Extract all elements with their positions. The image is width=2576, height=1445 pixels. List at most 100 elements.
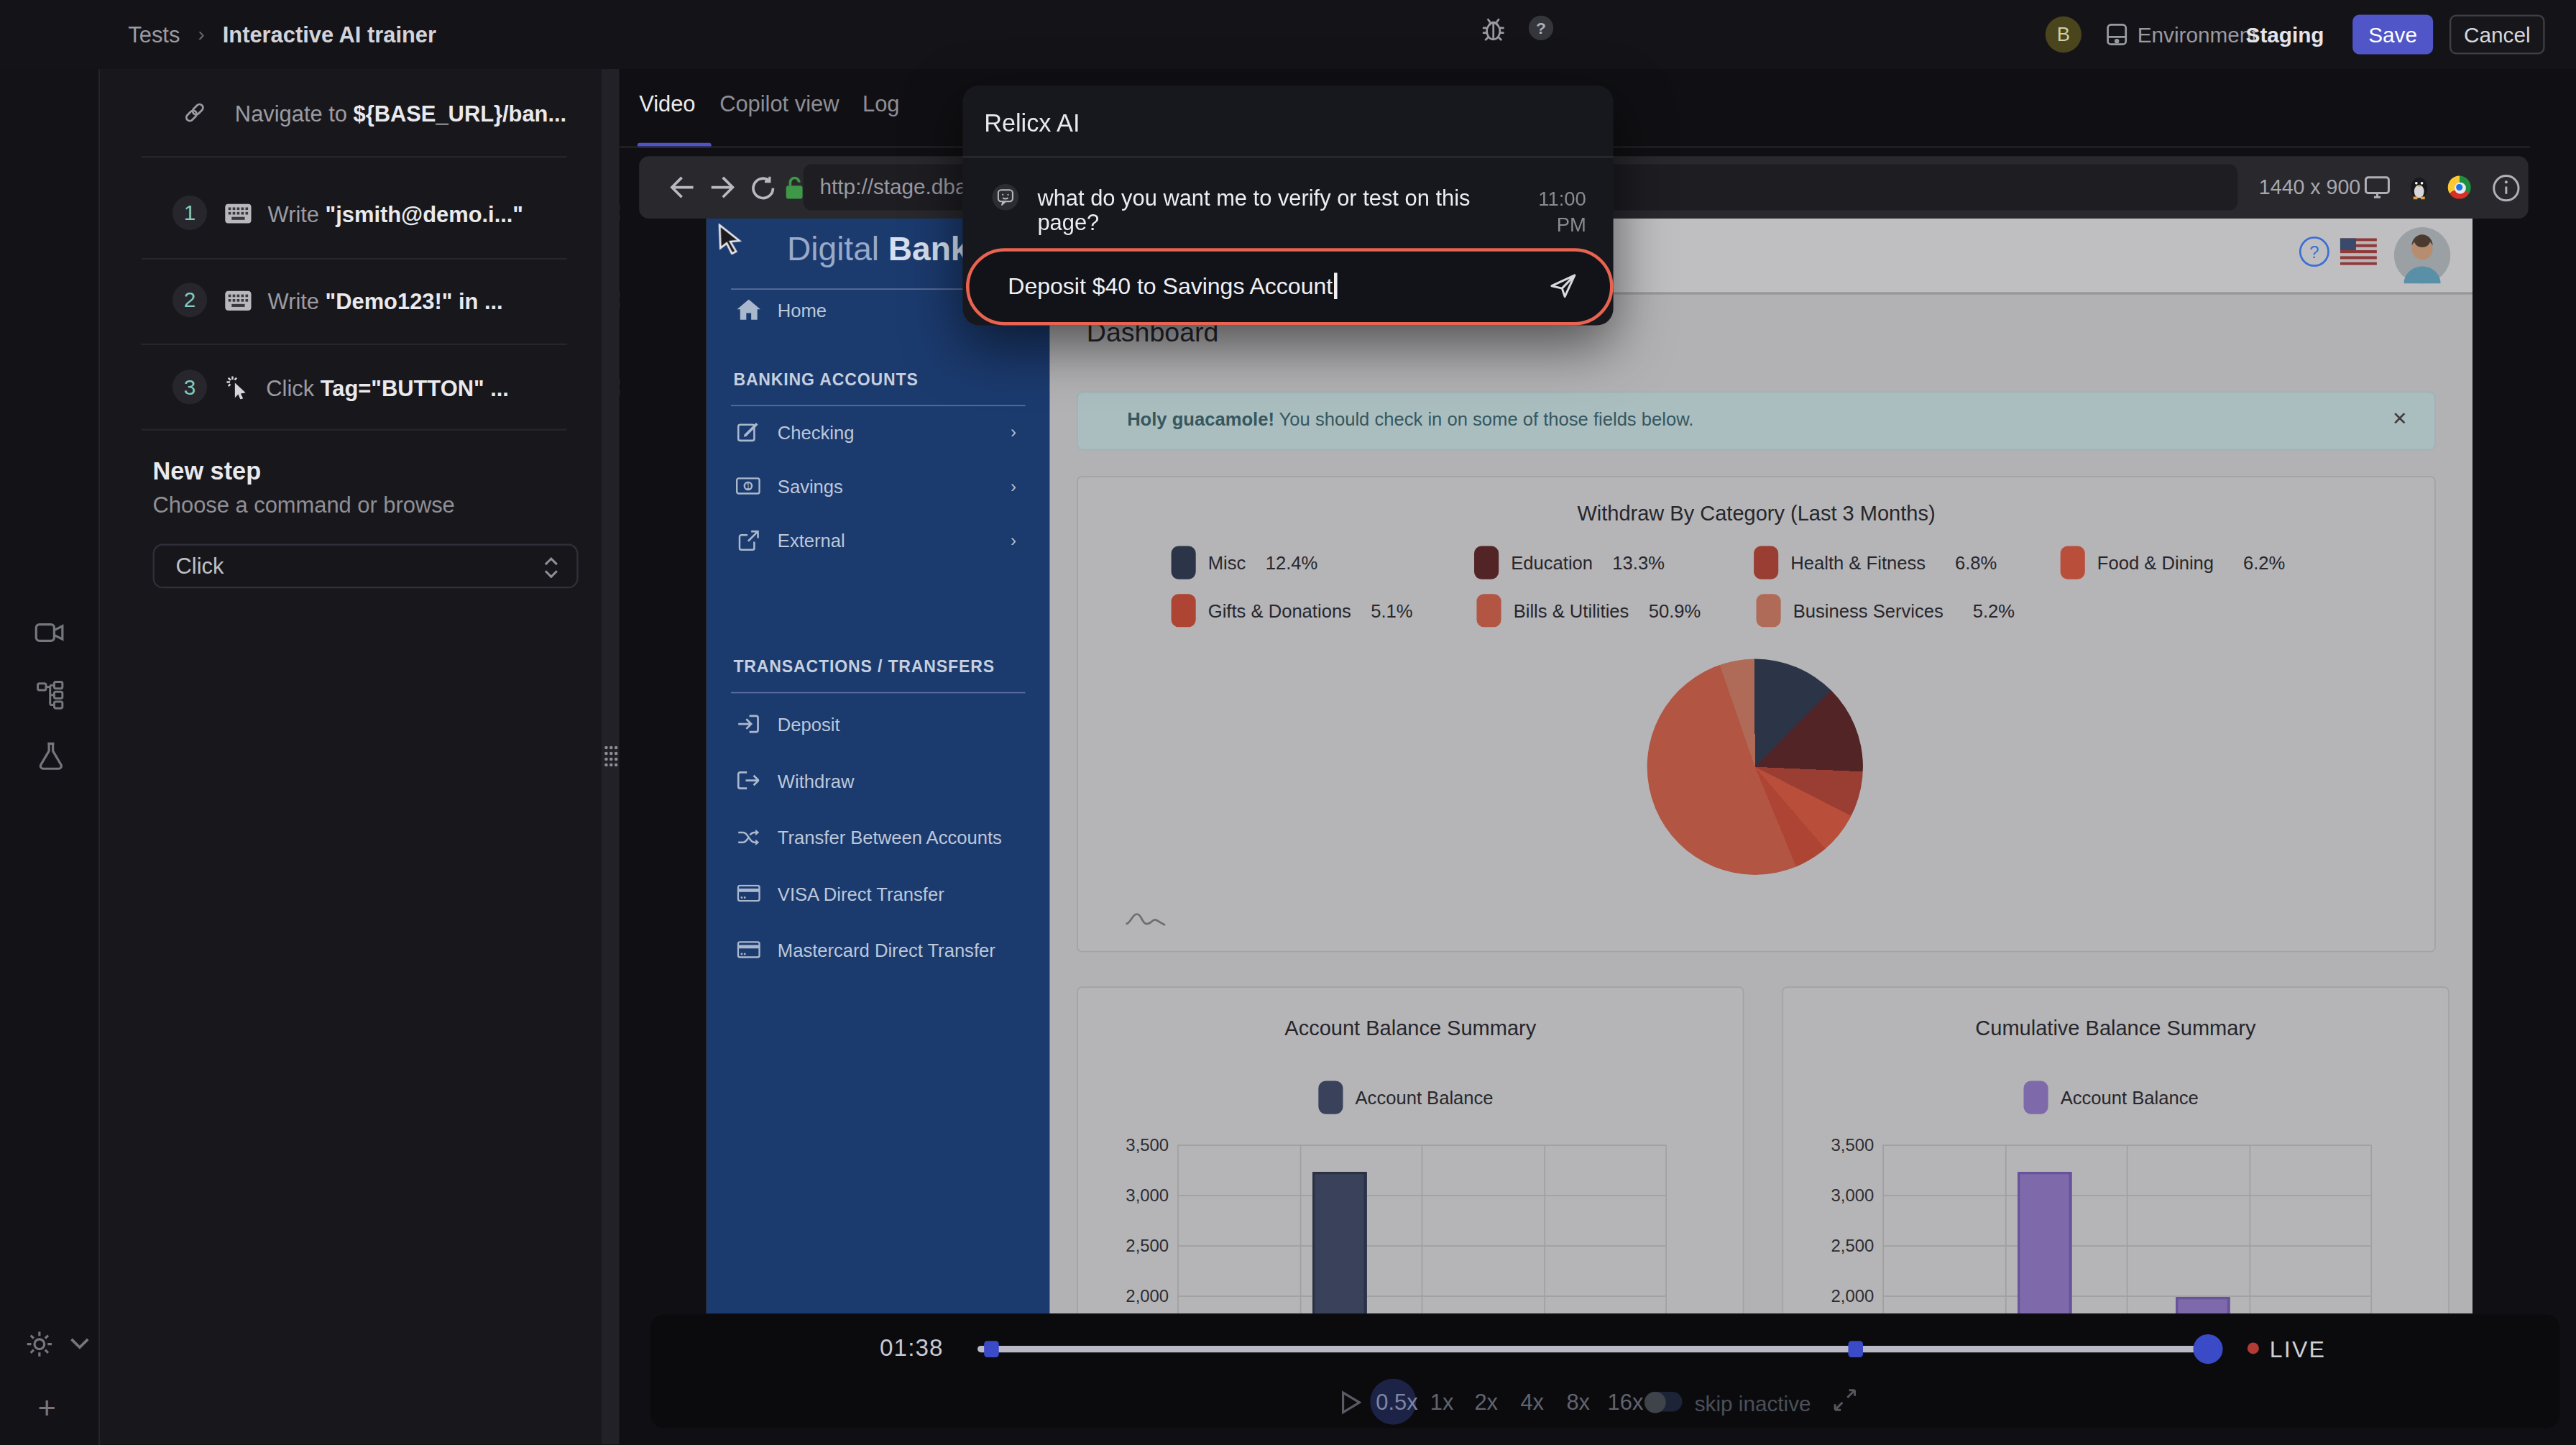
environment-icon	[2104, 22, 2129, 48]
bank-content: Dashboard Holy guacamole! You should che…	[1050, 295, 2472, 1313]
assistant-input-value: Deposit $40 to Savings Account	[1008, 272, 1333, 299]
bug-report-icon[interactable]	[1480, 15, 1506, 43]
bank-nav-deposit[interactable]: Deposit	[707, 699, 1050, 748]
skip-inactive-toggle[interactable]	[1644, 1392, 1682, 1411]
speed-4x[interactable]: 4x	[1520, 1390, 1544, 1415]
legend-item: Gifts & Donations5.1%	[1172, 594, 1413, 627]
linux-icon[interactable]	[2409, 156, 2430, 219]
send-icon[interactable]	[1548, 272, 1576, 298]
breadcrumb-tests[interactable]: Tests	[128, 22, 180, 47]
select-chevrons-icon	[544, 556, 559, 578]
step-action: Click	[266, 375, 320, 400]
dialog-title: Relicx AI	[984, 108, 1080, 136]
bank-user-avatar[interactable]	[2394, 227, 2450, 283]
avatar[interactable]: B	[2046, 17, 2082, 52]
environment-value: Staging	[2246, 23, 2324, 47]
bank-nav-visa-transfer[interactable]: VISA Direct Transfer	[707, 868, 1050, 917]
command-select[interactable]: Click	[153, 543, 579, 587]
bank-nav-mastercard-transfer[interactable]: Mastercard Direct Transfer	[707, 925, 1050, 974]
step-detail: "jsmith@demo.i..."	[326, 201, 523, 226]
cancel-button[interactable]: Cancel	[2450, 15, 2545, 55]
speed-0.5x[interactable]: 0.5x	[1376, 1390, 1417, 1415]
bar-chart-title: Account Balance Summary	[1078, 1017, 1743, 1042]
timeline-track[interactable]	[977, 1345, 2206, 1352]
withdraw-category-card: Withdraw By Category (Last 3 Months) Mis…	[1077, 476, 2436, 952]
reload-icon[interactable]	[751, 156, 776, 219]
step-number: 1	[172, 196, 207, 230]
help-icon[interactable]: ?	[1528, 15, 1555, 42]
step-number: 3	[172, 370, 207, 404]
flow-tree-icon[interactable]	[36, 680, 65, 710]
chrome-icon[interactable]	[2448, 156, 2471, 219]
fullscreen-icon[interactable]	[1833, 1388, 1856, 1411]
relicx-ai-dialog: Relicx AI what do you want me to verify …	[962, 85, 1613, 326]
settings-gear-icon[interactable]	[24, 1329, 54, 1359]
new-step-title: New step	[153, 457, 262, 485]
click-cursor-icon	[225, 375, 249, 399]
step-row-2[interactable]: 2 Write "Demo123!" in ...	[172, 283, 503, 317]
alert-close-icon[interactable]: ✕	[2392, 408, 2407, 430]
language-flag-icon[interactable]	[2340, 238, 2377, 265]
tab-video[interactable]: Video	[639, 92, 695, 116]
playhead[interactable]	[2192, 1334, 2222, 1363]
bank-nav-savings[interactable]: 1 Savings ›	[707, 462, 1050, 510]
video-viewport[interactable]: ? Digital Bank Home BANKING ACCOUNTS	[707, 219, 2472, 1313]
assistant-avatar-icon	[991, 183, 1018, 210]
save-button[interactable]: Save	[2352, 15, 2433, 55]
add-icon[interactable]: +	[38, 1390, 56, 1426]
speed-8x[interactable]: 8x	[1566, 1390, 1590, 1415]
elapsed-time: 01:38	[880, 1334, 944, 1361]
live-label: LIVE	[2270, 1336, 2327, 1362]
bank-section-accounts: BANKING ACCOUNTS	[733, 371, 918, 390]
top-bar: Tests › Interactive AI trainer ? B Envir…	[0, 0, 2576, 69]
bank-sidebar: Digital Bank Home BANKING ACCOUNTS Check…	[707, 219, 1050, 1313]
sparkline-icon	[1125, 909, 1167, 927]
assistant-input[interactable]: Deposit $40 to Savings Account	[965, 247, 1613, 324]
navigate-target: ${BASE_URL}/ban...	[354, 101, 567, 126]
viewport-resolution: 1440 x 900	[2259, 176, 2360, 199]
step-row-3[interactable]: 3 Click Tag="BUTTON" ...	[172, 370, 509, 404]
info-icon[interactable]	[2492, 156, 2520, 219]
alert-banner: Holy guacamole! You should check in on s…	[1077, 392, 2436, 451]
assistant-message: what do you want me to verify or test on…	[1037, 185, 1514, 234]
svg-text:?: ?	[1536, 19, 1546, 37]
step-row-1[interactable]: 1 Write "jsmith@demo.i..."	[172, 196, 523, 230]
test-steps-panel: Navigate to ${BASE_URL}/ban... 1 Write "…	[100, 69, 601, 1444]
drag-dots-icon	[603, 744, 620, 771]
bank-nav-transfer[interactable]: Transfer Between Accounts	[707, 812, 1050, 861]
bank-section-transactions: TRANSACTIONS / TRANSFERS	[733, 658, 994, 676]
bank-nav-checking[interactable]: Checking ›	[707, 408, 1050, 457]
timeline-marker[interactable]	[985, 1340, 1000, 1357]
speed-16x[interactable]: 16x	[1608, 1390, 1644, 1415]
skip-inactive-label: skip inactive	[1695, 1391, 1811, 1416]
bank-nav-withdraw[interactable]: Withdraw	[707, 756, 1050, 804]
bank-help-icon[interactable]: ?	[2299, 236, 2330, 267]
bar-cumulative-balance	[2018, 1172, 2071, 1313]
step-detail: "Demo123!" in ...	[326, 288, 503, 313]
flask-icon[interactable]	[38, 741, 65, 771]
tab-copilot-view[interactable]: Copilot view	[719, 92, 839, 116]
environment-label: Environment	[2138, 23, 2258, 47]
chevron-down-icon[interactable]	[69, 1336, 91, 1351]
back-icon[interactable]	[668, 156, 695, 219]
tab-log[interactable]: Log	[862, 92, 900, 116]
step-action: Write	[268, 201, 326, 226]
bank-nav-external[interactable]: External ›	[707, 515, 1050, 564]
play-icon[interactable]	[1340, 1390, 1361, 1415]
monitor-icon[interactable]	[2364, 156, 2391, 219]
panel-resize-handle[interactable]	[602, 69, 620, 1444]
bar-chart-title: Cumulative Balance Summary	[1783, 1017, 2448, 1042]
navigate-step[interactable]: Navigate to ${BASE_URL}/ban...	[183, 92, 566, 133]
pie-chart-title: Withdraw By Category (Last 3 Months)	[1078, 502, 2434, 526]
legend-item: Account Balance	[1318, 1081, 1493, 1114]
cumulative-balance-card: Cumulative Balance Summary Account Balan…	[1782, 986, 2449, 1313]
timeline-marker[interactable]	[1847, 1340, 1862, 1357]
bar-cumulative-balance	[2176, 1297, 2230, 1313]
new-step-hint: Choose a command or browse	[153, 493, 455, 518]
forward-icon[interactable]	[709, 156, 736, 219]
speed-2x[interactable]: 2x	[1474, 1390, 1498, 1415]
mouse-cursor-icon	[717, 224, 745, 254]
speed-1x[interactable]: 1x	[1430, 1390, 1454, 1415]
video-camera-icon[interactable]	[34, 620, 64, 646]
legend-item: Food & Dining6.2%	[2061, 546, 2286, 579]
